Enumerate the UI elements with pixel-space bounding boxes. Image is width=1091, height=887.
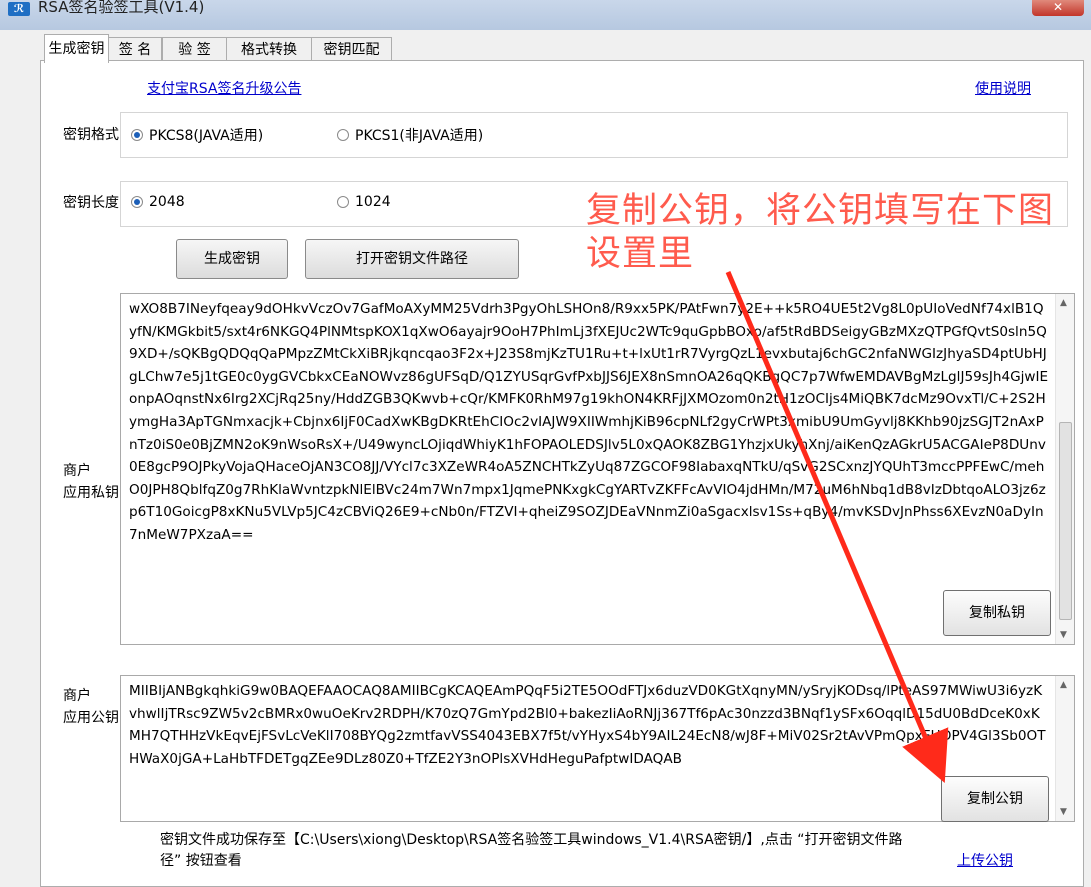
app-icon: ℛ <box>8 2 30 16</box>
scroll-up-icon[interactable]: ▲ <box>1060 298 1067 308</box>
radio-unselected-icon <box>337 129 349 141</box>
copy-private-key-button[interactable]: 复制私钥 <box>943 590 1051 636</box>
title-bar: ℛ RSA签名验签工具(V1.4) ✕ <box>0 0 1091 30</box>
tab-sign[interactable]: 签 名 <box>108 37 162 62</box>
scroll-down-icon[interactable]: ▼ <box>1060 630 1067 640</box>
upload-public-key-link[interactable]: 上传公钥 <box>957 850 1013 870</box>
private-key-textarea[interactable]: wXO8B7INeyfqeay9dOHkvVczOv7GafMoAXyMM25V… <box>120 293 1075 645</box>
tab-generate-key[interactable]: 生成密钥 <box>44 34 109 63</box>
tab-verify[interactable]: 验 签 <box>162 37 227 62</box>
radio-pkcs1[interactable]: PKCS1(非JAVA适用) <box>337 125 483 145</box>
radio-1024-label: 1024 <box>355 194 391 210</box>
open-key-path-button[interactable]: 打开密钥文件路径 <box>305 239 519 279</box>
manual-link[interactable]: 使用说明 <box>975 78 1031 98</box>
tab-strip: 生成密钥 签 名 验 签 格式转换 密钥匹配 <box>0 30 1091 63</box>
announcement-link[interactable]: 支付宝RSA签名升级公告 <box>147 78 301 98</box>
private-key-scrollbar[interactable]: ▲ ▼ <box>1055 294 1074 644</box>
public-key-text: MIIBIjANBgkqhkiG9w0BAQEFAAOCAQ8AMIIBCgKC… <box>129 683 1046 767</box>
radio-1024[interactable]: 1024 <box>337 194 391 210</box>
tab-key-match[interactable]: 密钥匹配 <box>311 37 392 62</box>
public-key-textarea[interactable]: MIIBIjANBgkqhkiG9w0BAQEFAAOCAQ8AMIIBCgKC… <box>120 675 1075 822</box>
radio-selected-icon <box>131 129 143 141</box>
radio-pkcs1-label: PKCS1(非JAVA适用) <box>355 128 484 144</box>
status-message: 密钥文件成功保存至【C:\Users\xiong\Desktop\RSA签名验签… <box>160 832 903 869</box>
window-title: RSA签名验签工具(V1.4) <box>38 0 205 16</box>
scroll-down-icon[interactable]: ▼ <box>1060 807 1067 817</box>
copy-public-key-button[interactable]: 复制公钥 <box>941 776 1049 822</box>
radio-pkcs8[interactable]: PKCS8(JAVA适用) <box>131 125 263 145</box>
scroll-up-icon[interactable]: ▲ <box>1060 680 1067 690</box>
radio-2048-label: 2048 <box>149 194 185 210</box>
radio-pkcs8-label: PKCS8(JAVA适用) <box>149 128 264 144</box>
tab-format-convert[interactable]: 格式转换 <box>226 37 312 62</box>
key-format-group: PKCS8(JAVA适用) PKCS1(非JAVA适用) <box>120 112 1068 158</box>
radio-selected-icon <box>131 196 143 208</box>
private-key-text: wXO8B7INeyfqeay9dOHkvVczOv7GafMoAXyMM25V… <box>129 301 1049 543</box>
annotation-text: 复制公钥，将公钥填写在下图 设置里 <box>586 190 1054 276</box>
radio-unselected-icon <box>337 196 349 208</box>
radio-2048[interactable]: 2048 <box>131 194 185 210</box>
scroll-thumb[interactable] <box>1059 422 1072 620</box>
close-button[interactable]: ✕ <box>1032 0 1084 16</box>
annotation-line1: 复制公钥，将公钥填写在下图 <box>586 191 1055 231</box>
annotation-line2: 设置里 <box>586 234 695 274</box>
public-key-scrollbar[interactable]: ▲ ▼ <box>1055 676 1074 821</box>
generate-key-button[interactable]: 生成密钥 <box>176 239 288 279</box>
